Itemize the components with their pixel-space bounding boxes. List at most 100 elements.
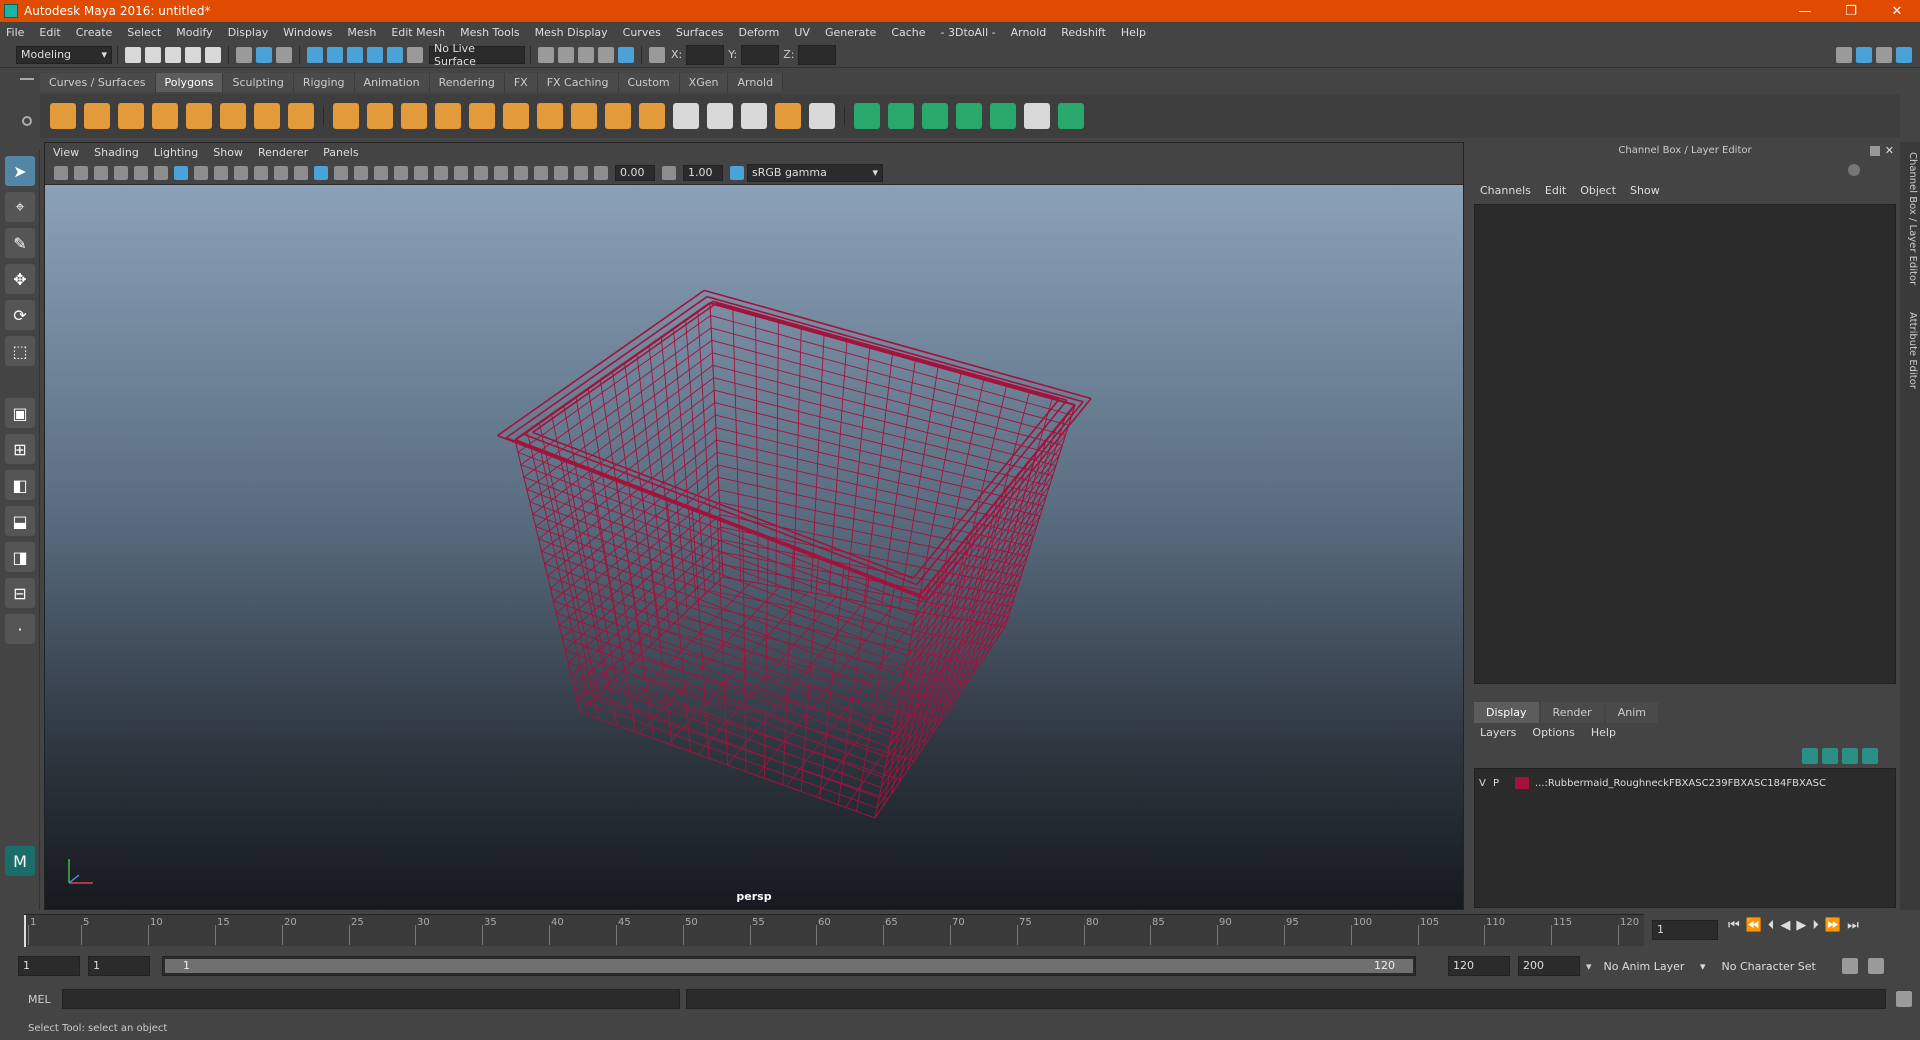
xray-icon[interactable] xyxy=(534,165,548,180)
select-object-icon[interactable] xyxy=(256,46,272,63)
play-forwards-icon[interactable]: ▶ xyxy=(1796,918,1806,933)
poly-sphere-icon[interactable] xyxy=(50,103,76,129)
animation-preferences-icon[interactable] xyxy=(1867,958,1884,974)
render-settings-icon[interactable] xyxy=(598,46,614,63)
step-forward-key-icon[interactable]: ⏩ xyxy=(1825,918,1841,933)
planar-uv-icon[interactable] xyxy=(854,103,880,129)
scale-tool-icon[interactable]: ⬚ xyxy=(5,336,35,366)
range-slider-bar[interactable] xyxy=(165,959,1413,973)
shelf-tab-custom[interactable]: Custom xyxy=(618,73,680,92)
shelf-tab-polygons[interactable]: Polygons xyxy=(155,73,224,92)
field-chart-icon[interactable] xyxy=(254,165,268,180)
shelf-tab-fx[interactable]: FX xyxy=(504,73,538,92)
safe-action-icon[interactable] xyxy=(274,165,288,180)
separate-icon[interactable] xyxy=(367,103,393,129)
command-language-label[interactable]: MEL xyxy=(28,993,62,1006)
move-layer-up-icon[interactable] xyxy=(1802,748,1818,764)
menu-select[interactable]: Select xyxy=(127,26,161,39)
xray-joints-icon[interactable] xyxy=(554,165,568,180)
color-space-dropdown[interactable]: sRGB gamma ▾ xyxy=(747,163,883,182)
tool-settings-toggle-icon[interactable] xyxy=(1876,46,1892,63)
poly-cylinder-icon[interactable] xyxy=(118,103,144,129)
wireframe-shading-icon[interactable] xyxy=(314,165,328,180)
move-layer-down-icon[interactable] xyxy=(1822,748,1838,764)
cylindrical-uv-icon[interactable] xyxy=(888,103,914,129)
step-back-frame-icon[interactable]: ⏴ xyxy=(1768,918,1775,933)
menu-curves[interactable]: Curves xyxy=(623,26,661,39)
xray-components-icon[interactable] xyxy=(574,165,588,180)
menu-mesh-display[interactable]: Mesh Display xyxy=(535,26,608,39)
shelf-tab-xgen[interactable]: XGen xyxy=(679,73,729,92)
screen-space-ao-icon[interactable] xyxy=(454,165,468,180)
script-editor-icon[interactable] xyxy=(1896,991,1912,1007)
isolate-select-icon[interactable] xyxy=(514,165,528,180)
anim-layer-dropdown-arrow[interactable]: ▾ xyxy=(1586,960,1592,973)
viewport-menu-renderer[interactable]: Renderer xyxy=(258,146,308,159)
viewport-menu-show[interactable]: Show xyxy=(213,146,243,159)
float-panel-icon[interactable] xyxy=(1870,146,1880,156)
hypershade-icon[interactable] xyxy=(618,46,634,63)
current-time-marker[interactable] xyxy=(24,915,26,947)
perspective-viewport[interactable]: persp xyxy=(45,185,1463,909)
auto-key-icon[interactable] xyxy=(1841,958,1858,974)
current-frame-input[interactable]: 1 xyxy=(1652,920,1718,940)
exposure-icon[interactable] xyxy=(594,165,608,180)
open-scene-icon[interactable] xyxy=(145,46,161,63)
menu-3dtoall[interactable]: - 3DtoAll - xyxy=(941,26,996,39)
color-management-icon[interactable] xyxy=(730,165,744,180)
character-set-dropdown[interactable]: No Character Set xyxy=(1718,957,1828,975)
exposure-input[interactable]: 0.00 xyxy=(615,164,655,181)
channel-menu-object[interactable]: Object xyxy=(1580,184,1616,197)
go-to-end-icon[interactable]: ⏭ xyxy=(1847,918,1859,933)
layer-menu-layers[interactable]: Layers xyxy=(1480,726,1516,739)
animation-start-input[interactable]: 1 xyxy=(18,956,80,976)
menu-mesh-tools[interactable]: Mesh Tools xyxy=(460,26,520,39)
maximize-button[interactable]: ❐ xyxy=(1828,4,1874,19)
target-weld-icon[interactable] xyxy=(707,103,733,129)
grid-toggle-icon[interactable] xyxy=(174,165,188,180)
smooth-icon[interactable] xyxy=(435,103,461,129)
new-layer-selected-icon[interactable] xyxy=(1862,748,1878,764)
poly-plane-icon[interactable] xyxy=(186,103,212,129)
make-live-icon[interactable] xyxy=(407,46,423,63)
poly-cube-icon[interactable] xyxy=(84,103,110,129)
default-material-icon[interactable] xyxy=(354,165,368,180)
shadows-icon[interactable] xyxy=(434,165,448,180)
insert-edge-loop-icon[interactable] xyxy=(741,103,767,129)
x-coordinate-input[interactable] xyxy=(686,44,725,65)
menu-create[interactable]: Create xyxy=(76,26,113,39)
uv-editor-icon[interactable] xyxy=(990,103,1016,129)
bevel-icon[interactable] xyxy=(605,103,631,129)
animation-end-input[interactable]: 200 xyxy=(1518,956,1580,976)
gamma-input[interactable]: 1.00 xyxy=(683,164,723,181)
shelf-tab-animation[interactable]: Animation xyxy=(354,73,430,92)
extract-icon[interactable] xyxy=(401,103,427,129)
motion-blur-icon[interactable] xyxy=(474,165,488,180)
grease-pencil-icon[interactable] xyxy=(154,165,168,180)
y-coordinate-input[interactable] xyxy=(741,44,780,65)
range-slider[interactable]: 1 120 xyxy=(162,956,1416,976)
extrude-icon[interactable] xyxy=(571,103,597,129)
snap-point-icon[interactable] xyxy=(347,46,363,63)
layer-row[interactable]: V P ...:Rubbermaid_RoughneckFBXASC239FBX… xyxy=(1479,775,1889,791)
bridge-icon[interactable] xyxy=(537,103,563,129)
fill-hole-icon[interactable] xyxy=(639,103,665,129)
lasso-tool-icon[interactable]: ⌖ xyxy=(5,192,35,222)
automatic-uv-icon[interactable] xyxy=(956,103,982,129)
boolean-icon[interactable] xyxy=(469,103,495,129)
layer-menu-help[interactable]: Help xyxy=(1591,726,1616,739)
playback-end-input[interactable]: 120 xyxy=(1448,956,1510,976)
offset-edge-loop-icon[interactable] xyxy=(775,103,801,129)
channel-box-toggle-icon[interactable] xyxy=(1896,46,1912,63)
time-slider[interactable]: 1 5 10 15 20 25 30 35 40 45 50 55 60 65 70 75 80 85 90 95 10… xyxy=(24,914,1644,947)
mirror-icon[interactable] xyxy=(503,103,529,129)
move-tool-icon[interactable]: ✥ xyxy=(5,264,35,294)
maya-home-icon[interactable]: M xyxy=(5,846,35,876)
single-view-layout-icon[interactable]: ▣ xyxy=(5,398,35,428)
menu-generate[interactable]: Generate xyxy=(825,26,876,39)
play-backwards-icon[interactable]: ◀ xyxy=(1780,918,1790,933)
uv-layout-icon[interactable] xyxy=(1058,103,1084,129)
undo-icon[interactable] xyxy=(185,46,201,63)
anim-layer-dropdown[interactable]: No Anim Layer ▾ xyxy=(1600,957,1710,975)
close-button[interactable]: ✕ xyxy=(1874,4,1920,19)
